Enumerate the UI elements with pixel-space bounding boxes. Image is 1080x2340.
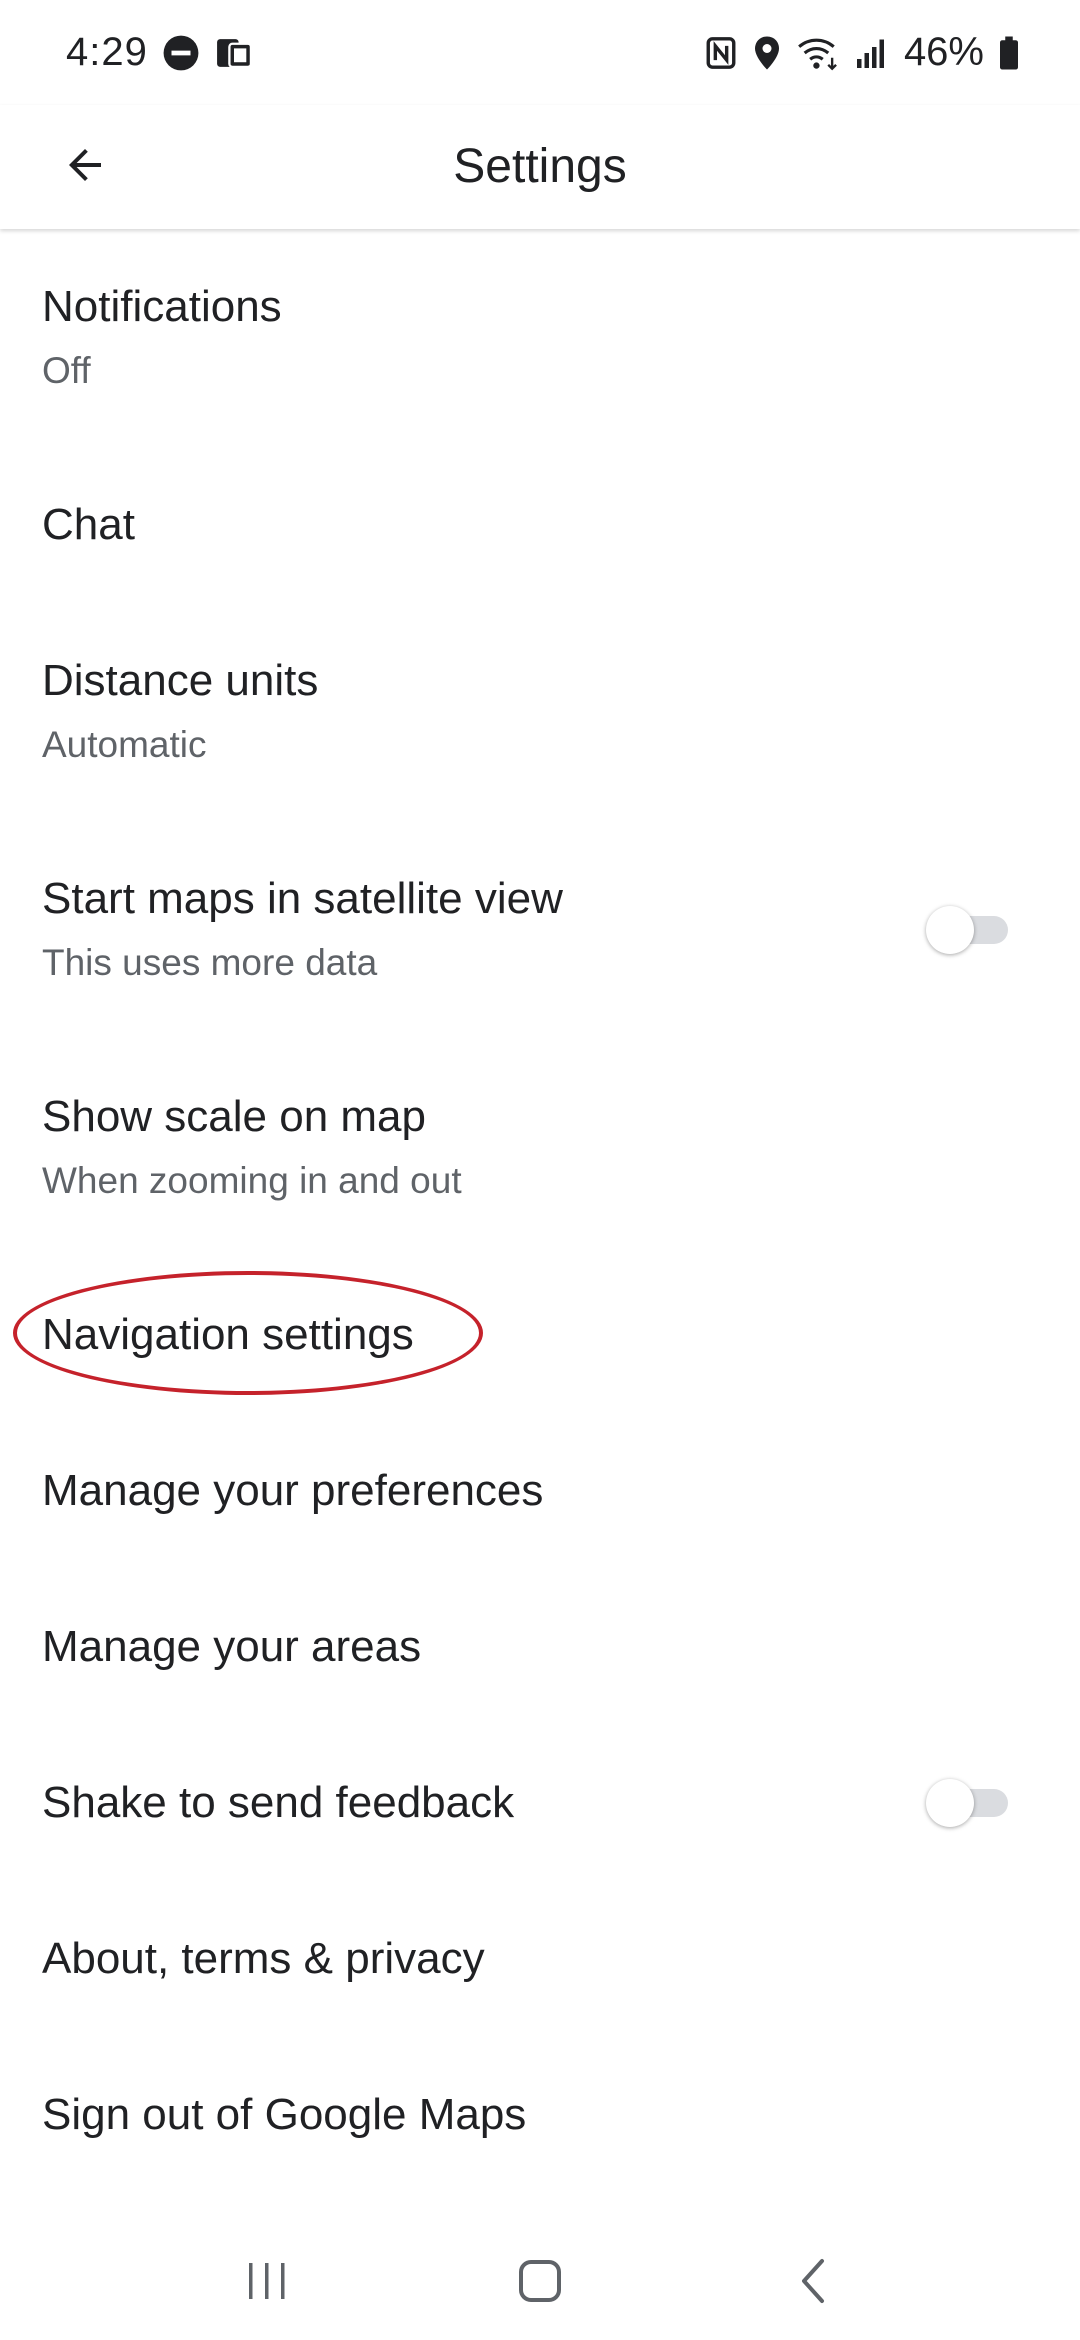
status-bar: 4:29 46% [0, 0, 1080, 105]
setting-about[interactable]: About, terms & privacy [0, 1881, 1080, 2037]
setting-manage-preferences[interactable]: Manage your preferences [0, 1413, 1080, 1569]
recent-apps-icon [245, 2261, 289, 2306]
battery-icon [998, 35, 1020, 71]
setting-navigation-settings[interactable]: Navigation settings [0, 1257, 1080, 1413]
recent-apps-button[interactable] [207, 2238, 327, 2328]
setting-show-scale[interactable]: Show scale on map When zooming in and ou… [0, 1039, 1080, 1257]
satellite-view-toggle[interactable] [926, 902, 1010, 958]
setting-subtitle: Automatic [42, 724, 207, 765]
setting-title: Notifications [42, 282, 282, 331]
setting-subtitle: Off [42, 350, 91, 391]
home-icon [518, 2259, 562, 2308]
setting-chat[interactable]: Chat [0, 447, 1080, 603]
setting-notifications[interactable]: Notifications Off [0, 229, 1080, 447]
setting-subtitle: This uses more data [42, 942, 378, 983]
status-left: 4:29 [66, 30, 254, 75]
battery-percent: 46% [903, 30, 984, 74]
setting-title: Distance units [42, 656, 319, 705]
nfc-icon [704, 35, 738, 71]
system-nav-bar [0, 2226, 1080, 2340]
setting-title: About, terms & privacy [42, 1934, 485, 1983]
signal-icon [854, 36, 890, 70]
setting-sign-out[interactable]: Sign out of Google Maps [0, 2037, 1080, 2193]
settings-list: Notifications Off Chat Distance units Au… [0, 229, 1080, 2193]
location-icon [752, 35, 782, 71]
setting-title: Manage your areas [42, 1622, 422, 1671]
setting-satellite-view[interactable]: Start maps in satellite view This uses m… [0, 821, 1080, 1039]
toggle-thumb [926, 906, 974, 954]
page-title: Settings [453, 140, 627, 193]
setting-title: Show scale on map [42, 1092, 426, 1141]
status-time: 4:29 [66, 30, 148, 74]
setting-distance-units[interactable]: Distance units Automatic [0, 603, 1080, 821]
setting-title: Start maps in satellite view [42, 874, 563, 923]
setting-title: Navigation settings [42, 1310, 414, 1359]
setting-title: Shake to send feedback [42, 1778, 515, 1827]
setting-manage-areas[interactable]: Manage your areas [0, 1569, 1080, 1725]
device-icon [214, 34, 254, 72]
home-button[interactable] [480, 2238, 600, 2328]
toggle-thumb [926, 1779, 974, 1827]
system-back-button[interactable] [753, 2238, 873, 2328]
setting-title: Chat [42, 500, 135, 549]
back-icon [798, 2257, 828, 2310]
setting-shake-feedback[interactable]: Shake to send feedback [0, 1725, 1080, 1881]
setting-title: Manage your preferences [42, 1466, 544, 1515]
do-not-disturb-icon [162, 34, 200, 72]
setting-subtitle: When zooming in and out [42, 1160, 462, 1201]
shake-feedback-toggle[interactable] [926, 1775, 1010, 1831]
wifi-icon [796, 35, 840, 71]
status-right: 46% [704, 30, 1020, 75]
setting-title: Sign out of Google Maps [42, 2090, 527, 2139]
app-bar: Settings [0, 105, 1080, 229]
